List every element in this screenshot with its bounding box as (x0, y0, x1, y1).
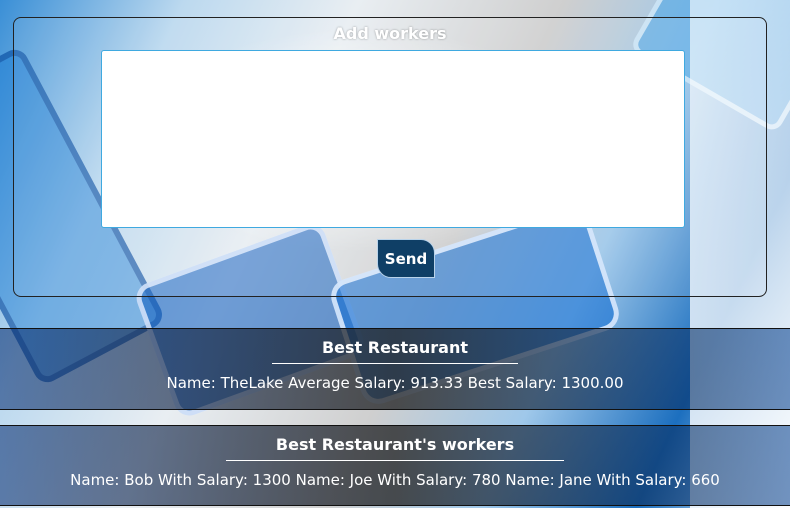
best-workers-section: Best Restaurant's workers Name: Bob With… (0, 425, 790, 506)
workers-input[interactable] (101, 50, 685, 228)
best-restaurant-summary: Name: TheLake Average Salary: 913.33 Bes… (166, 374, 624, 392)
best-workers-title: Best Restaurant's workers (225, 435, 565, 461)
add-workers-title: Add workers (333, 24, 447, 43)
send-button[interactable]: Send (377, 239, 435, 278)
best-restaurant-section: Best Restaurant Name: TheLake Average Sa… (0, 328, 790, 410)
best-workers-summary: Name: Bob With Salary: 1300 Name: Joe Wi… (70, 471, 720, 489)
best-restaurant-title: Best Restaurant (271, 338, 519, 364)
add-workers-panel: Add workers Send (13, 17, 767, 297)
